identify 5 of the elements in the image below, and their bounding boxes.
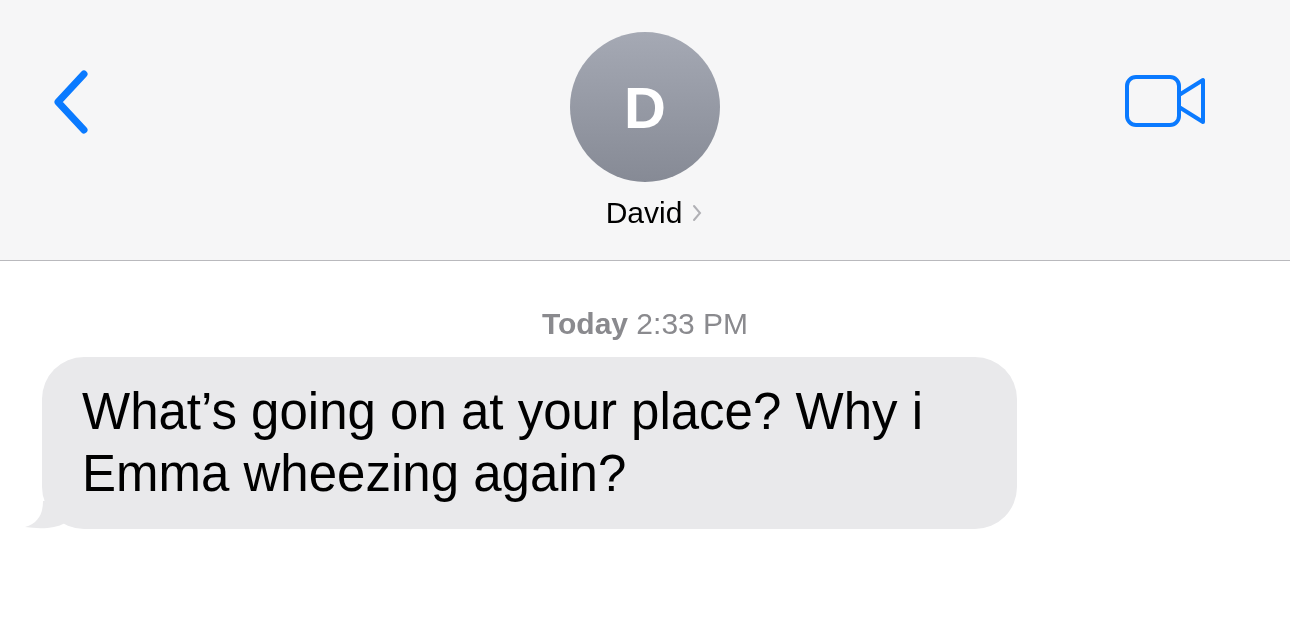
contact-name[interactable]: David [605, 196, 683, 230]
message-timestamp: Today 2:33 PM [540, 307, 750, 341]
chevron-icon [692, 204, 703, 222]
message-text: What’s going on at your place? Why i Emma wheezing again? [82, 382, 924, 504]
video-camera-icon[interactable] [1125, 75, 1207, 127]
